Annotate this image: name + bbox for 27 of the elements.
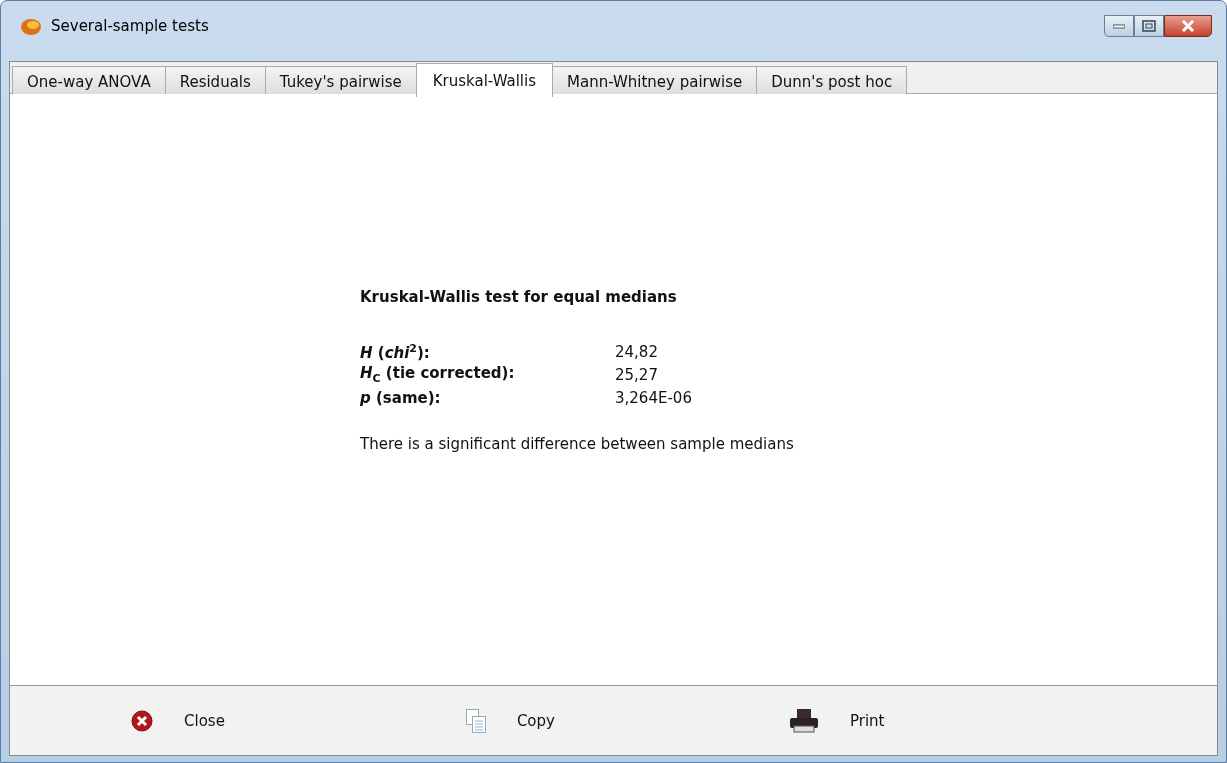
printer-icon	[787, 707, 820, 734]
document-icon	[464, 707, 487, 734]
print-button[interactable]: Print	[783, 703, 889, 738]
close-icon	[1181, 20, 1195, 32]
tab[interactable]: Dunn's post hoc	[756, 66, 908, 96]
close-button[interactable]	[1164, 15, 1212, 37]
statistic-value: 24,82	[615, 342, 658, 361]
maximize-icon	[1142, 20, 1156, 32]
minimize-icon	[1113, 23, 1125, 29]
tab[interactable]: Kruskal-Wallis	[415, 63, 553, 97]
statistic-label: p (same):	[360, 388, 442, 407]
tab[interactable]: One-way ANOVA	[12, 66, 166, 96]
statistic-label: H (chi$^{2}$):	[360, 341, 431, 362]
close-icon	[130, 708, 154, 733]
tab[interactable]: Tukey's pairwise	[264, 66, 417, 96]
copy-button[interactable]: Copy	[460, 703, 559, 738]
tab[interactable]: Residuals	[164, 66, 266, 96]
statistic-label: H$_{C}$ (tie corrected):	[360, 364, 516, 385]
maximize-button[interactable]	[1134, 15, 1164, 37]
tab[interactable]: Mann-Whitney pairwise	[552, 66, 758, 96]
window-title: Several-sample tests	[51, 17, 209, 35]
conclusion-text: There is a significant difference between sample medians	[360, 435, 795, 453]
statistic-value: 25,27	[615, 365, 658, 384]
statistic-value: 3,264E-06	[615, 388, 692, 407]
close-button[interactable]: Close	[126, 704, 229, 737]
result-heading: Kruskal-Wallis test for equal medians	[360, 288, 678, 306]
minimize-button[interactable]	[1104, 15, 1134, 37]
